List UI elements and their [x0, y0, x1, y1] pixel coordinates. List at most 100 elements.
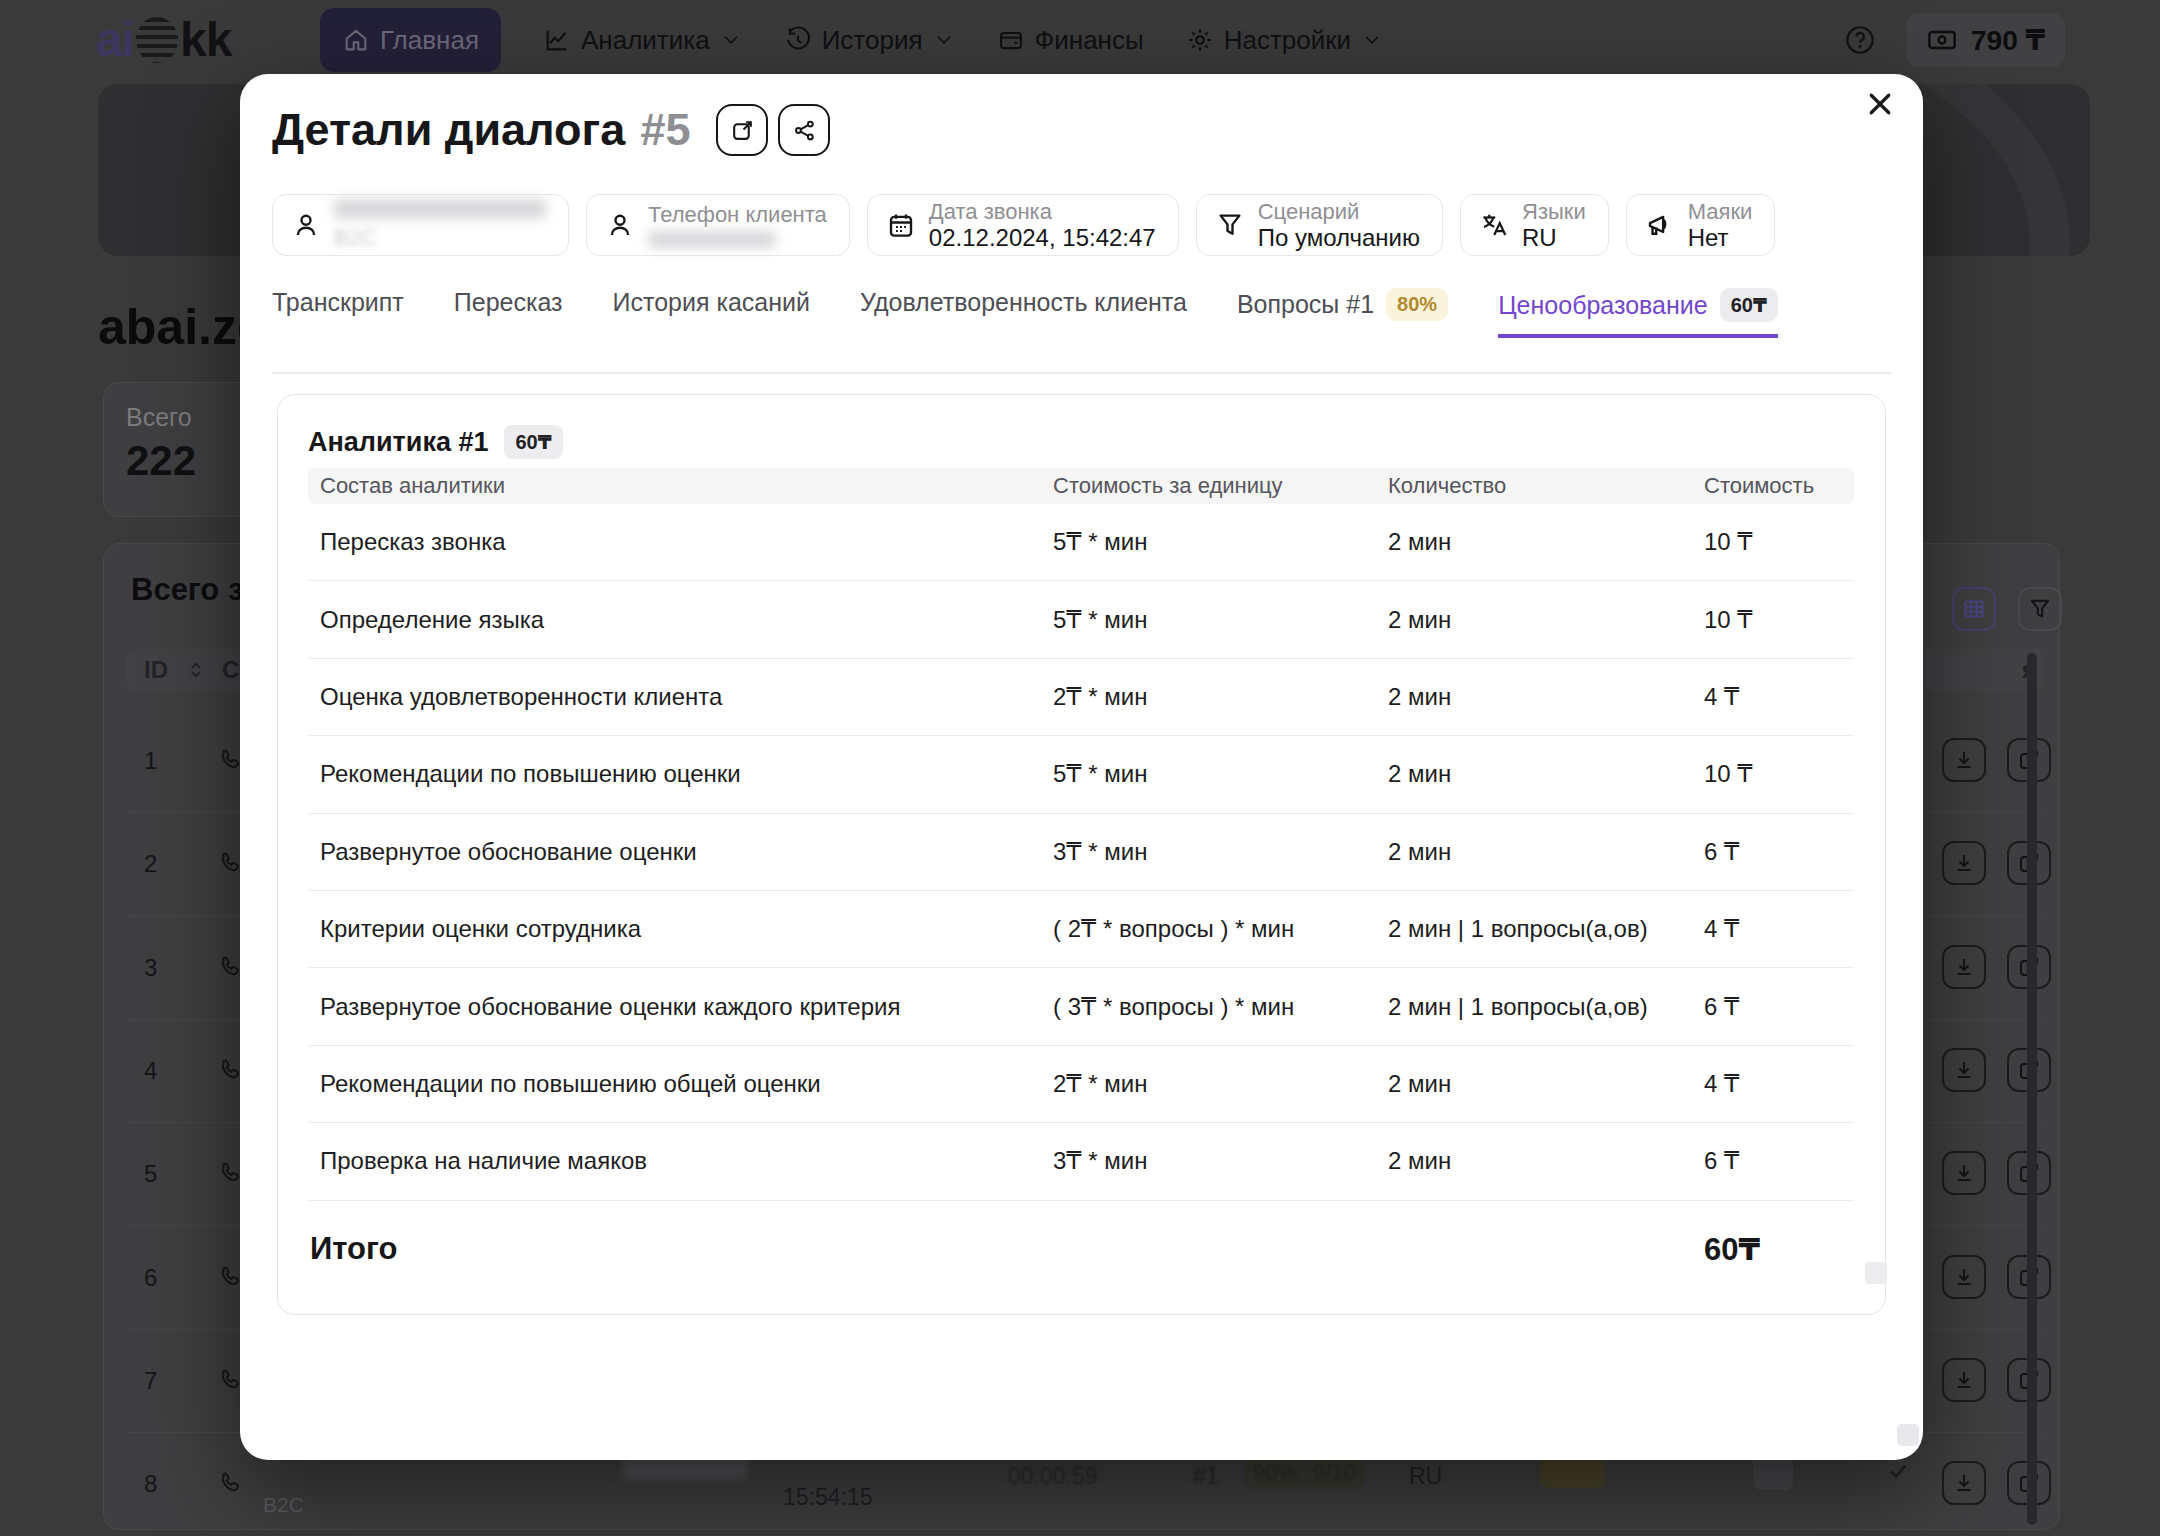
download-button[interactable] — [1942, 1048, 1986, 1092]
sort-icon — [184, 658, 208, 682]
sort-icon[interactable] — [184, 658, 208, 682]
tab-satisfaction[interactable]: Удовлетворенность клиента — [860, 288, 1187, 333]
wallet-icon — [997, 26, 1025, 54]
download-icon — [1952, 1058, 1976, 1082]
external-icon — [730, 118, 755, 143]
nav-item-finance[interactable]: Финансы — [997, 25, 1144, 56]
pricing-total-row: Итого 60₸ — [308, 1201, 1854, 1268]
stat-value: 222 — [126, 437, 196, 485]
logo-text-ai: ai — [96, 12, 134, 67]
banknote-icon — [1926, 24, 1958, 56]
table-view-button[interactable] — [1952, 587, 1996, 631]
bg-row-id: 7 — [144, 1367, 157, 1395]
download-icon — [1952, 1265, 1976, 1289]
col-id[interactable]: ID — [144, 656, 168, 684]
gear-icon — [1186, 26, 1214, 54]
nav-item-history[interactable]: История — [784, 25, 955, 56]
download-button[interactable] — [1942, 1255, 1986, 1299]
close-icon — [1865, 89, 1895, 119]
phone-icon — [216, 1469, 244, 1497]
tab-questions[interactable]: Вопросы #180% — [1237, 288, 1448, 337]
user-icon — [605, 210, 635, 240]
bg-row-id: 3 — [144, 954, 157, 982]
bg-row-id: 4 — [144, 1057, 157, 1085]
bg-row-id: 2 — [144, 850, 157, 878]
info-chips: B2C Телефон клиента Дата звонка02.12.2024,… — [272, 194, 1775, 256]
chip-call-date: Дата звонка02.12.2024, 15:42:47 — [867, 194, 1179, 256]
row8-segment: B2C — [263, 1493, 304, 1517]
row8-percent: 90% — [1245, 1457, 1305, 1489]
question-icon — [1844, 24, 1876, 56]
banknote-icon — [1926, 24, 1958, 56]
download-button[interactable] — [1942, 945, 1986, 989]
pricing-row: Развернутое обоснование оценки3₸ * мин2 … — [308, 814, 1854, 891]
logo-globe-icon — [136, 17, 178, 63]
card-scroll-thumb[interactable] — [1865, 1262, 1887, 1284]
tab-pricing[interactable]: Ценообразование60₸ — [1498, 288, 1778, 338]
phone-icon — [216, 1469, 244, 1497]
open-external-button[interactable] — [716, 104, 768, 156]
help-icon[interactable] — [1844, 24, 1876, 56]
row8-time: 15:54:15 — [783, 1484, 873, 1511]
stat-label: Всего — [126, 403, 192, 432]
pricing-col-header: Стоимость — [1704, 473, 1854, 499]
close-icon[interactable] — [1862, 86, 1898, 122]
nav-menu: Главная Аналитика История Финансы Настройки — [320, 0, 1383, 80]
filter-button[interactable] — [2018, 587, 2062, 631]
download-button[interactable] — [1942, 738, 1986, 782]
pricing-table-header: Состав аналитикиСтоимость за единицуКоли… — [308, 468, 1854, 504]
megaphone-icon — [1645, 210, 1675, 240]
chip-client-phone: Телефон клиента — [586, 194, 850, 256]
col-fragment-left: C — [222, 656, 239, 684]
row8-check-icon — [1886, 1459, 1910, 1483]
tab-badge: 80% — [1386, 288, 1448, 321]
tab-transcript[interactable]: Транскрипт — [272, 288, 404, 333]
analytics-price-badge: 60₸ — [504, 425, 562, 459]
download-button[interactable] — [1942, 1358, 1986, 1402]
chip-client: B2C — [272, 194, 569, 256]
dialog-details-modal: Детали диалога #5 B2CТелефон клиентаДата… — [240, 74, 1923, 1460]
funnel-icon — [1215, 210, 1245, 240]
download-button[interactable] — [1942, 1461, 1986, 1505]
row8-script: #1 — [1193, 1463, 1219, 1490]
modal-scroll-thumb[interactable] — [1897, 1424, 1919, 1446]
table-scrollbar[interactable] — [2027, 653, 2037, 1525]
download-button[interactable] — [1942, 841, 1986, 885]
check-icon — [1886, 1459, 1910, 1483]
chip-scenario: СценарийПо умолчанию — [1196, 194, 1443, 256]
download-icon — [1952, 748, 1976, 772]
tab-badge: 60₸ — [1720, 288, 1778, 322]
pricing-col-header: Количество — [1388, 473, 1704, 499]
total-value: 60₸ — [1704, 1231, 1854, 1268]
bg-row-id: 8 — [144, 1470, 157, 1498]
redacted-phone — [648, 231, 776, 248]
pricing-col-header: Состав аналитики — [308, 473, 1053, 499]
nav-item-home[interactable]: Главная — [320, 8, 501, 72]
download-icon — [1952, 955, 1976, 979]
chevron-down-icon — [933, 29, 955, 51]
tab-touch-history[interactable]: История касаний — [613, 288, 810, 333]
bg-row-id: 5 — [144, 1160, 157, 1188]
download-icon — [1952, 1368, 1976, 1392]
nav-item-analytics[interactable]: Аналитика — [543, 25, 742, 56]
balance-amount: 790 ₸ — [1971, 24, 2045, 57]
share-button[interactable] — [778, 104, 830, 156]
bg-row-id: 6 — [144, 1264, 157, 1292]
pricing-row: Критерии оценки сотрудника( 2₸ * вопросы… — [308, 891, 1854, 968]
row8-duration: 00:00:59 — [1008, 1463, 1098, 1490]
funnel-icon — [2027, 596, 2053, 622]
balance-pill[interactable]: 790 ₸ — [1906, 13, 2065, 67]
analytics-card: Аналитика #1 60₸ Состав аналитикиСтоимос… — [277, 394, 1886, 1315]
modal-dialog-number: #5 — [640, 104, 690, 156]
logo-text-kk: kk — [180, 12, 231, 67]
redacted-segment: B2C — [334, 225, 546, 250]
tab-summary[interactable]: Пересказ — [454, 288, 563, 333]
chevron-down-icon — [1361, 29, 1383, 51]
nav-item-settings[interactable]: Настройки — [1186, 25, 1384, 56]
history-icon — [784, 26, 812, 54]
row8-phone-redacted — [623, 1459, 748, 1479]
download-button[interactable] — [1942, 1151, 1986, 1195]
navbar: ai kk Главная Аналитика История Финансы Наст… — [0, 0, 2160, 80]
pricing-row: Рекомендации по повышению общей оценки2₸… — [308, 1046, 1854, 1123]
total-label: Итого — [308, 1231, 1053, 1268]
